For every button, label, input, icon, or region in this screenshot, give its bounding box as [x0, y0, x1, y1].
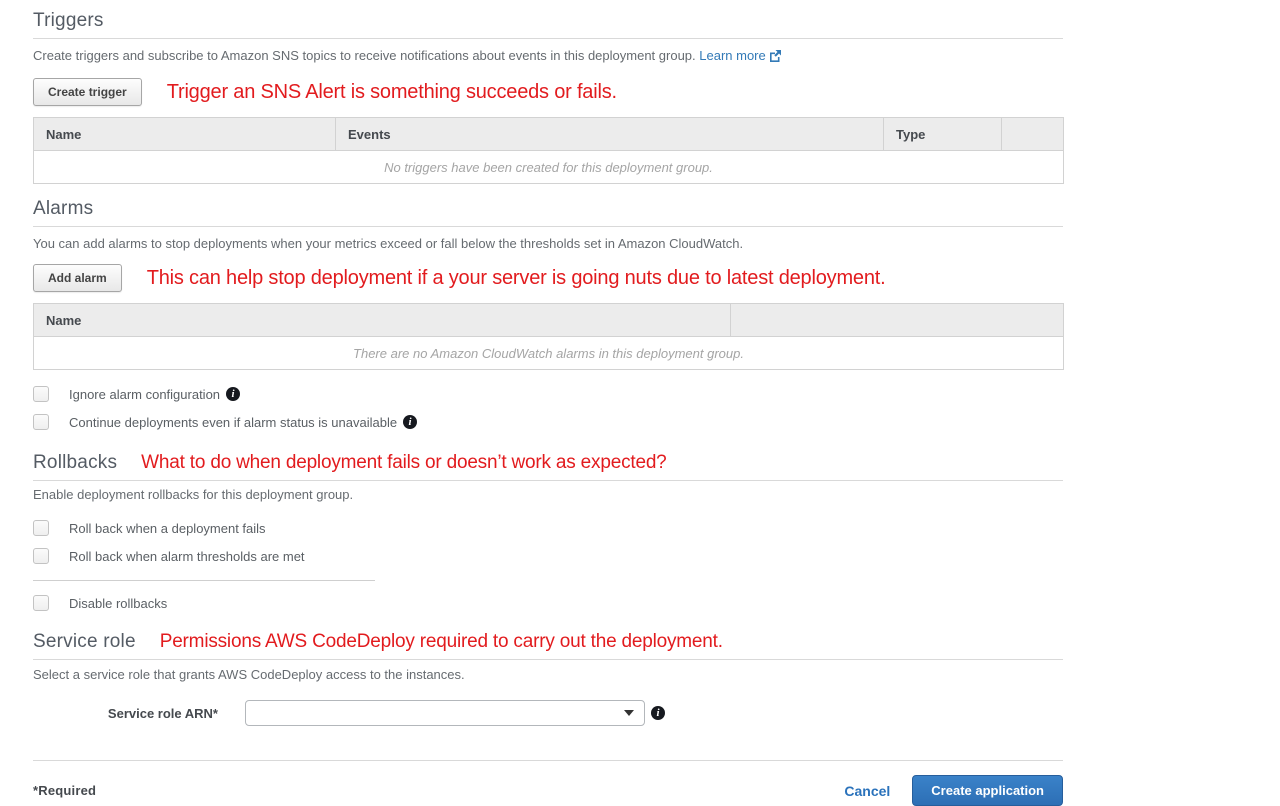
service-role-arn-label: Service role ARN* — [33, 706, 245, 721]
continue-deployments-row: Continue deployments even if alarm statu… — [33, 412, 1063, 432]
alarms-table: Name There are no Amazon CloudWatch alar… — [33, 303, 1064, 370]
cancel-button[interactable]: Cancel — [844, 783, 890, 799]
triggers-col-events: Events — [336, 118, 884, 151]
alarms-col-name: Name — [34, 304, 731, 337]
footer: *Required Cancel Create application — [33, 775, 1063, 806]
learn-more-link[interactable]: Learn more — [699, 48, 781, 63]
continue-deployments-label: Continue deployments even if alarm statu… — [69, 415, 397, 430]
triggers-col-name: Name — [34, 118, 336, 151]
triggers-description: Create triggers and subscribe to Amazon … — [33, 48, 1063, 65]
required-note: *Required — [33, 783, 96, 798]
triggers-title: Triggers — [33, 10, 1063, 32]
service-role-title: Service role — [33, 631, 136, 653]
service-role-description: Select a service role that grants AWS Co… — [33, 667, 1063, 682]
external-link-icon — [769, 49, 782, 65]
triggers-empty-message: No triggers have been created for this d… — [34, 151, 1064, 184]
add-alarm-button[interactable]: Add alarm — [33, 264, 122, 292]
ignore-alarm-config-label: Ignore alarm configuration — [69, 387, 220, 402]
alarms-empty-message: There are no Amazon CloudWatch alarms in… — [34, 337, 1064, 370]
triggers-annotation: Trigger an SNS Alert is something succee… — [167, 81, 617, 104]
create-application-button[interactable]: Create application — [912, 775, 1063, 806]
triggers-col-type: Type — [884, 118, 1002, 151]
chevron-down-icon — [624, 710, 634, 716]
rollback-on-fail-row: Roll back when a deployment fails — [33, 518, 1063, 538]
alarms-title: Alarms — [33, 198, 1063, 220]
learn-more-label: Learn more — [699, 48, 765, 63]
rollbacks-section-header: Rollbacks What to do when deployment fai… — [33, 452, 1063, 481]
deployment-group-form: Triggers Create triggers and subscribe t… — [0, 0, 1063, 806]
rollbacks-divider — [33, 580, 375, 581]
rollback-on-alarm-row: Roll back when alarm thresholds are met — [33, 546, 1063, 566]
continue-deployments-checkbox[interactable] — [33, 414, 49, 430]
disable-rollbacks-row: Disable rollbacks — [33, 593, 1063, 613]
disable-rollbacks-label: Disable rollbacks — [69, 596, 167, 611]
alarms-col-actions — [731, 304, 1064, 337]
triggers-section-header: Triggers — [33, 10, 1063, 39]
ignore-alarm-config-row: Ignore alarm configuration i — [33, 384, 1063, 404]
alarms-empty-row: There are no Amazon CloudWatch alarms in… — [34, 337, 1064, 370]
rollbacks-annotation: What to do when deployment fails or does… — [141, 452, 666, 474]
rollback-on-fail-label: Roll back when a deployment fails — [69, 521, 266, 536]
info-icon[interactable]: i — [651, 706, 665, 720]
triggers-col-actions — [1002, 118, 1064, 151]
alarms-description: You can add alarms to stop deployments w… — [33, 236, 1063, 251]
alarms-table-header-row: Name — [34, 304, 1064, 337]
rollbacks-title: Rollbacks — [33, 452, 117, 474]
rollback-on-fail-checkbox[interactable] — [33, 520, 49, 536]
footer-divider — [33, 760, 1063, 761]
service-role-section-header: Service role Permissions AWS CodeDeploy … — [33, 631, 1063, 660]
triggers-table-header-row: Name Events Type — [34, 118, 1064, 151]
alarms-annotation: This can help stop deployment if a your … — [147, 267, 886, 290]
rollback-on-alarm-label: Roll back when alarm thresholds are met — [69, 549, 305, 564]
triggers-empty-row: No triggers have been created for this d… — [34, 151, 1064, 184]
info-icon[interactable]: i — [403, 415, 417, 429]
triggers-table: Name Events Type No triggers have been c… — [33, 117, 1064, 184]
service-role-annotation: Permissions AWS CodeDeploy required to c… — [160, 631, 723, 653]
service-role-arn-row: Service role ARN* i — [33, 700, 1063, 726]
create-trigger-button[interactable]: Create trigger — [33, 78, 142, 106]
triggers-description-text: Create triggers and subscribe to Amazon … — [33, 48, 696, 63]
rollback-on-alarm-checkbox[interactable] — [33, 548, 49, 564]
disable-rollbacks-checkbox[interactable] — [33, 595, 49, 611]
info-icon[interactable]: i — [226, 387, 240, 401]
rollbacks-description: Enable deployment rollbacks for this dep… — [33, 487, 1063, 502]
alarms-section-header: Alarms — [33, 198, 1063, 227]
service-role-arn-select[interactable] — [245, 700, 645, 726]
ignore-alarm-config-checkbox[interactable] — [33, 386, 49, 402]
